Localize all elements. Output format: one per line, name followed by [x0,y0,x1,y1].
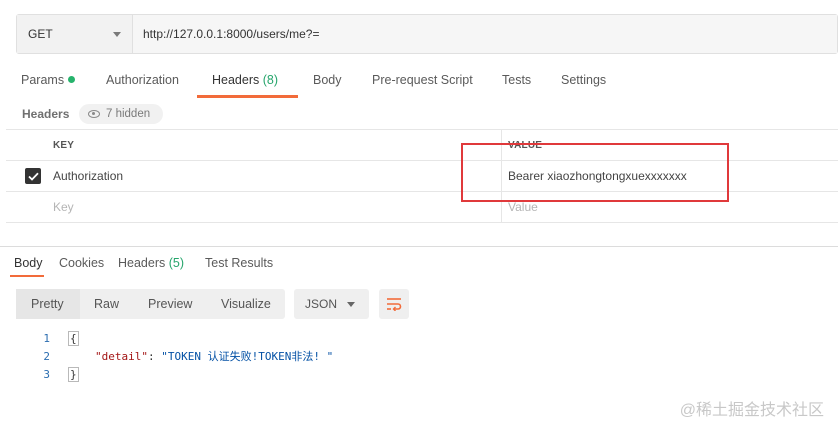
resp-tab-headers-label: Headers [118,256,166,270]
watermark: @稀土掘金技术社区 [679,402,824,419]
resp-tab-test-results[interactable]: Test Results [205,256,273,270]
view-visualize-button[interactable]: Visualize [221,289,271,319]
resp-tab-test-results-label: Test Results [205,256,274,270]
tab-tests[interactable]: Tests [502,73,531,87]
tab-headers-count: (8) [262,73,279,87]
response-tab-underline [10,275,44,277]
request-bar: GET http://127.0.0.1:8000/users/me?= [16,14,838,54]
tab-headers[interactable]: Headers (8) [212,73,278,87]
json-value: "TOKEN 认证失败!TOKEN非法! " [161,350,334,363]
method-select[interactable]: GET [17,15,133,53]
tab-settings-label: Settings [561,73,607,87]
tab-params-label: Params [21,73,65,87]
line-number: 2 [43,350,50,363]
tab-settings[interactable]: Settings [561,73,606,87]
resp-tab-headers[interactable]: Headers (5) [118,256,184,270]
tab-body[interactable]: Body [313,73,342,87]
chevron-down-icon [347,302,355,307]
response-divider [0,246,838,247]
code-line: 1 { [0,330,838,348]
hidden-headers-toggle[interactable]: 7 hidden [79,104,163,124]
view-preview-button[interactable]: Preview [148,289,192,319]
active-tab-underline [197,95,298,98]
resp-tab-cookies-label: Cookies [59,256,105,270]
key-column-header: KEY [53,139,75,151]
tab-params[interactable]: Params [21,73,76,87]
annotation-highlight-box [461,143,729,202]
checkmark-icon [27,172,39,181]
eye-icon [88,110,100,118]
new-value-input[interactable]: Value [508,200,538,214]
tab-pre-request-script-label: Pre-request Script [372,73,473,87]
url-input[interactable]: http://127.0.0.1:8000/users/me?= [133,15,837,53]
header-key-cell[interactable]: Authorization [53,169,123,183]
tab-authorization-label: Authorization [106,73,179,87]
open-brace: { [68,331,79,346]
code-line: 3 } [0,366,838,384]
tab-headers-label: Headers [212,73,260,87]
json-key: "detail" [95,350,148,363]
resp-tab-headers-count: (5) [168,256,185,270]
header-enabled-checkbox[interactable] [25,168,41,184]
format-select[interactable]: JSON [294,289,369,319]
line-number: 3 [43,368,50,381]
wrap-lines-icon [387,298,402,311]
tab-pre-request-script[interactable]: Pre-request Script [372,73,473,87]
method-label: GET [28,27,53,41]
view-mode-group: Pretty Raw Preview Visualize [16,289,285,319]
response-body-code[interactable]: 1 { 2 "detail": "TOKEN 认证失败!TOKEN非法! " 3… [0,330,838,384]
tab-authorization[interactable]: Authorization [106,73,179,87]
json-colon: : [147,350,162,363]
resp-tab-cookies[interactable]: Cookies [59,256,104,270]
line-number: 1 [43,332,50,345]
params-indicator-dot [68,76,76,83]
wrap-lines-button[interactable] [379,289,409,319]
view-raw-button[interactable]: Raw [94,289,119,319]
code-line: 2 "detail": "TOKEN 认证失败!TOKEN非法! " [0,348,838,366]
view-pretty-button[interactable]: Pretty [16,289,80,319]
request-tabs: Params Authorization Headers (8) Body Pr… [0,70,838,98]
resp-tab-body[interactable]: Body [14,256,43,270]
chevron-down-icon [113,31,121,37]
close-brace: } [68,367,79,382]
tab-body-label: Body [313,73,342,87]
headers-section-title: Headers [22,107,70,121]
resp-tab-body-label: Body [14,256,43,270]
tab-tests-label: Tests [502,73,532,87]
hidden-headers-label: 7 hidden [106,108,151,120]
format-select-label: JSON [305,297,338,311]
new-key-input[interactable]: Key [53,200,74,214]
